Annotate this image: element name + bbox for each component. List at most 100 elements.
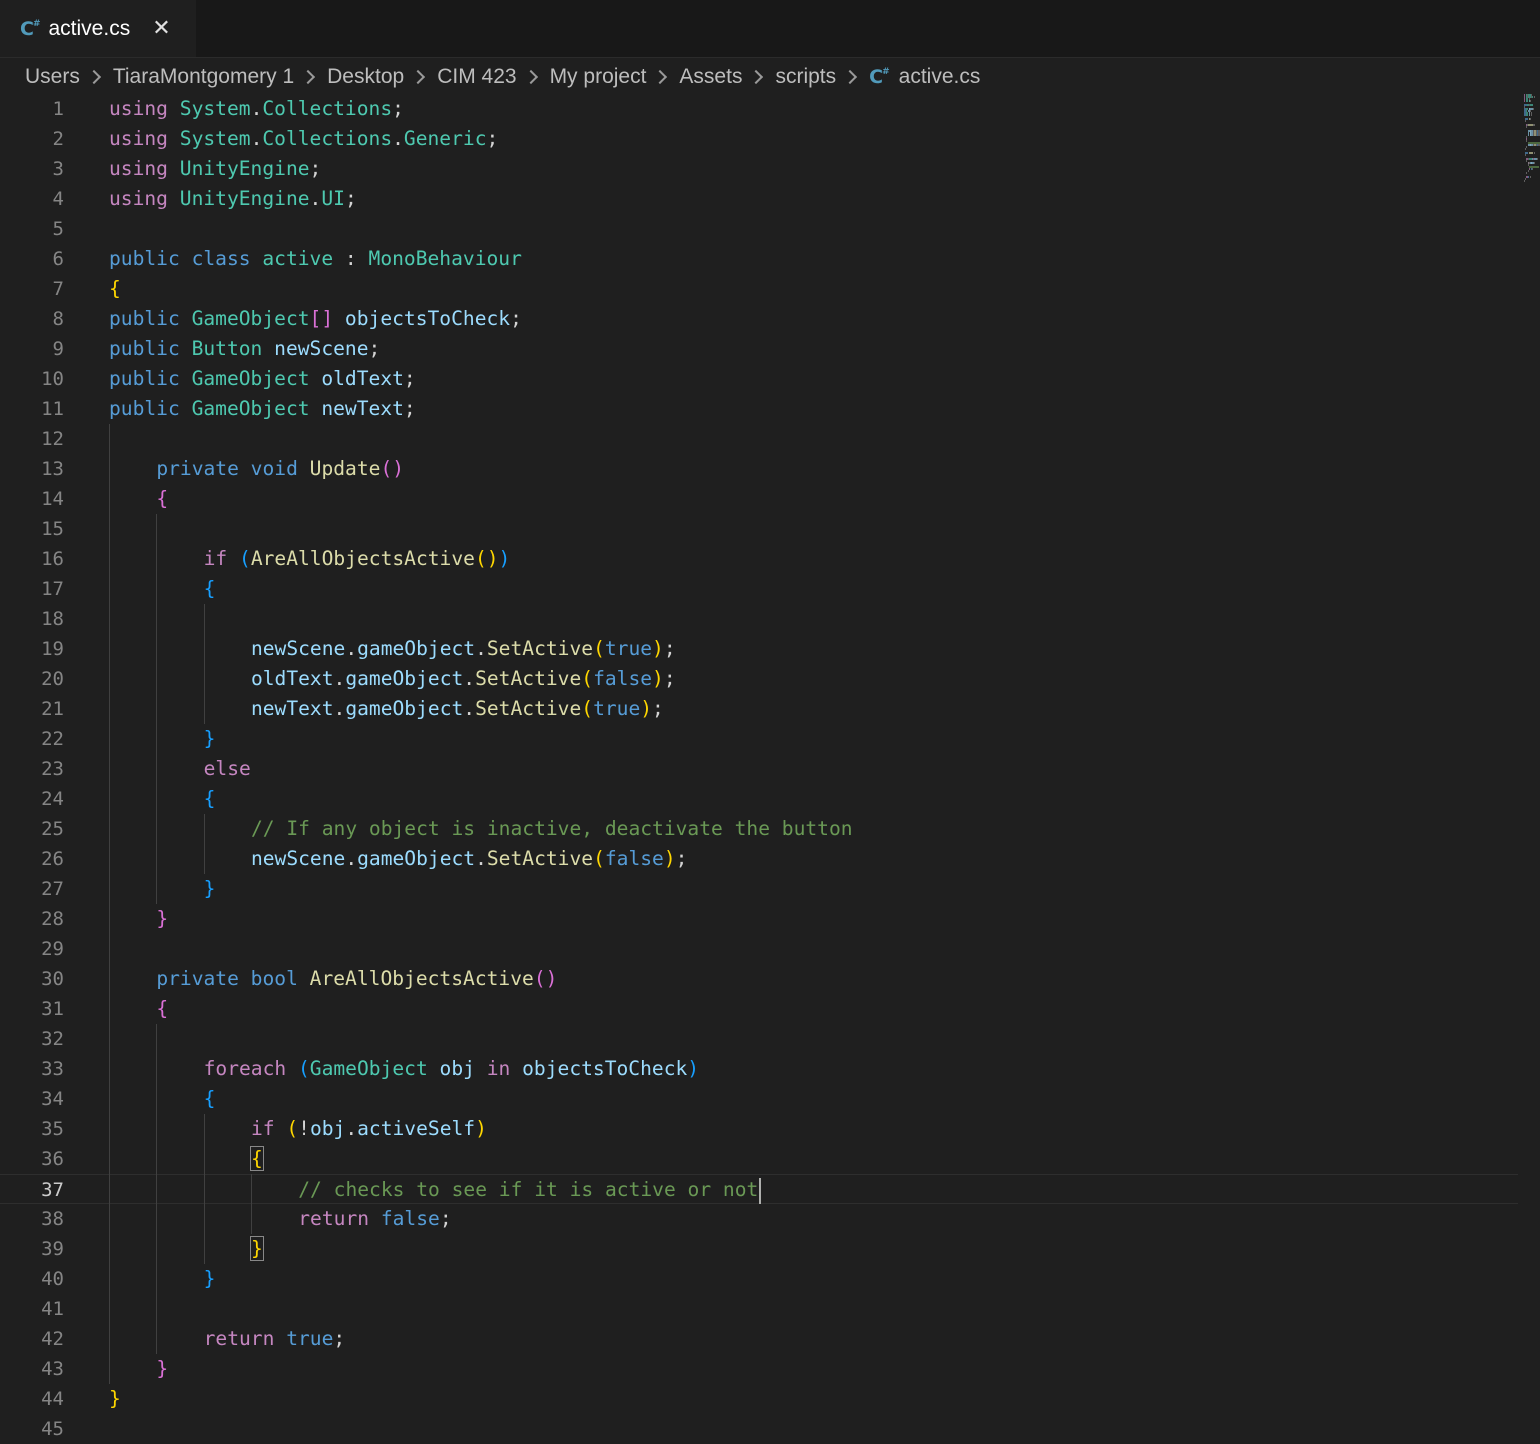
line-number[interactable]: 39 — [0, 1234, 64, 1264]
code-line[interactable]: 27} — [0, 874, 1518, 904]
code-line[interactable]: 18 — [0, 604, 1518, 634]
code-line[interactable]: 31{ — [0, 994, 1518, 1024]
code-line[interactable]: 10public GameObject oldText; — [0, 364, 1518, 394]
line-number[interactable]: 44 — [0, 1384, 64, 1414]
line-number[interactable]: 43 — [0, 1354, 64, 1384]
code-line[interactable]: 39} — [0, 1234, 1518, 1264]
code-line[interactable]: 26newScene.gameObject.SetActive(false); — [0, 844, 1518, 874]
line-number[interactable]: 20 — [0, 664, 64, 694]
code-line[interactable]: 30private bool AreAllObjectsActive() — [0, 964, 1518, 994]
line-number[interactable]: 26 — [0, 844, 64, 874]
line-number[interactable]: 4 — [0, 184, 64, 214]
code-line[interactable]: 11public GameObject newText; — [0, 394, 1518, 424]
line-number[interactable]: 21 — [0, 694, 64, 724]
line-number[interactable]: 38 — [0, 1204, 64, 1234]
code-line[interactable]: 38return false; — [0, 1204, 1518, 1234]
code-line[interactable]: 14{ — [0, 484, 1518, 514]
code-line[interactable]: 2using System.Collections.Generic; — [0, 124, 1518, 154]
line-number[interactable]: 12 — [0, 424, 64, 454]
line-number[interactable]: 41 — [0, 1294, 64, 1324]
line-number[interactable]: 40 — [0, 1264, 64, 1294]
code-line[interactable]: 20oldText.gameObject.SetActive(false); — [0, 664, 1518, 694]
line-number[interactable]: 10 — [0, 364, 64, 394]
line-number[interactable]: 8 — [0, 304, 64, 334]
breadcrumb-item-user[interactable]: TiaraMontgomery 1 — [113, 65, 294, 89]
line-number[interactable]: 35 — [0, 1114, 64, 1144]
breadcrumb-item-assets[interactable]: Assets — [679, 65, 742, 89]
code-line[interactable]: 41 — [0, 1294, 1518, 1324]
line-number[interactable]: 29 — [0, 934, 64, 964]
breadcrumb-item-scripts[interactable]: scripts — [775, 65, 836, 89]
code-line[interactable]: 28} — [0, 904, 1518, 934]
code-line[interactable]: 16if (AreAllObjectsActive()) — [0, 544, 1518, 574]
line-number[interactable]: 24 — [0, 784, 64, 814]
line-number[interactable]: 17 — [0, 574, 64, 604]
code-line[interactable]: 42return true; — [0, 1324, 1518, 1354]
breadcrumb-item-file[interactable]: active.cs — [899, 65, 981, 89]
close-icon[interactable]: ✕ — [152, 18, 170, 40]
line-number[interactable]: 14 — [0, 484, 64, 514]
line-number[interactable]: 1 — [0, 94, 64, 124]
breadcrumb-item-my-project[interactable]: My project — [550, 65, 647, 89]
code-line[interactable]: 23else — [0, 754, 1518, 784]
line-number[interactable]: 25 — [0, 814, 64, 844]
line-number[interactable]: 36 — [0, 1144, 64, 1174]
code-line[interactable]: 45 — [0, 1414, 1518, 1444]
code-line[interactable]: 6public class active : MonoBehaviour — [0, 244, 1518, 274]
line-number[interactable]: 32 — [0, 1024, 64, 1054]
code-line[interactable]: 35if (!obj.activeSelf) — [0, 1114, 1518, 1144]
line-number[interactable]: 37 — [0, 1175, 64, 1205]
line-number[interactable]: 11 — [0, 394, 64, 424]
code-line[interactable]: 25// If any object is inactive, deactiva… — [0, 814, 1518, 844]
breadcrumb-item-desktop[interactable]: Desktop — [327, 65, 404, 89]
code-line[interactable]: 22} — [0, 724, 1518, 754]
line-number[interactable]: 3 — [0, 154, 64, 184]
line-number[interactable]: 30 — [0, 964, 64, 994]
code-line[interactable]: 32 — [0, 1024, 1518, 1054]
line-number[interactable]: 33 — [0, 1054, 64, 1084]
code-editor[interactable]: 1using System.Collections;2using System.… — [0, 94, 1520, 1426]
code-line[interactable]: 12 — [0, 424, 1518, 454]
code-line[interactable]: 37// checks to see if it is active or no… — [0, 1174, 1518, 1204]
line-number[interactable]: 6 — [0, 244, 64, 274]
line-number[interactable]: 42 — [0, 1324, 64, 1354]
line-number[interactable]: 7 — [0, 274, 64, 304]
breadcrumb-item-users[interactable]: Users — [25, 65, 80, 89]
line-number[interactable]: 27 — [0, 874, 64, 904]
line-number[interactable]: 13 — [0, 454, 64, 484]
line-number[interactable]: 16 — [0, 544, 64, 574]
code-line[interactable]: 4using UnityEngine.UI; — [0, 184, 1518, 214]
code-line[interactable]: 36{ — [0, 1144, 1518, 1174]
line-number[interactable]: 19 — [0, 634, 64, 664]
line-number[interactable]: 45 — [0, 1414, 64, 1444]
line-number[interactable]: 2 — [0, 124, 64, 154]
code-line[interactable]: 15 — [0, 514, 1518, 544]
code-line[interactable]: 34{ — [0, 1084, 1518, 1114]
code-line[interactable]: 13private void Update() — [0, 454, 1518, 484]
code-line[interactable]: 19newScene.gameObject.SetActive(true); — [0, 634, 1518, 664]
code-line[interactable]: 24{ — [0, 784, 1518, 814]
line-number[interactable]: 18 — [0, 604, 64, 634]
line-number[interactable]: 9 — [0, 334, 64, 364]
code-line[interactable]: 1using System.Collections; — [0, 94, 1518, 124]
code-line[interactable]: 44} — [0, 1384, 1518, 1414]
line-number[interactable]: 23 — [0, 754, 64, 784]
line-number[interactable]: 22 — [0, 724, 64, 754]
code-line[interactable]: 33foreach (GameObject obj in objectsToCh… — [0, 1054, 1518, 1084]
code-line[interactable]: 5 — [0, 214, 1518, 244]
code-line[interactable]: 9public Button newScene; — [0, 334, 1518, 364]
editor-scrollbar[interactable] — [1518, 58, 1540, 1426]
code-line[interactable]: 29 — [0, 934, 1518, 964]
line-number[interactable]: 28 — [0, 904, 64, 934]
code-line[interactable]: 17{ — [0, 574, 1518, 604]
line-number[interactable]: 5 — [0, 214, 64, 244]
code-line[interactable]: 8public GameObject[] objectsToCheck; — [0, 304, 1518, 334]
code-line[interactable]: 43} — [0, 1354, 1518, 1384]
code-line[interactable]: 7{ — [0, 274, 1518, 304]
line-number[interactable]: 31 — [0, 994, 64, 1024]
line-number[interactable]: 15 — [0, 514, 64, 544]
code-line[interactable]: 40} — [0, 1264, 1518, 1294]
code-line[interactable]: 3using UnityEngine; — [0, 154, 1518, 184]
code-line[interactable]: 21newText.gameObject.SetActive(true); — [0, 694, 1518, 724]
tab-active-cs[interactable]: C# active.cs ✕ — [0, 0, 196, 57]
